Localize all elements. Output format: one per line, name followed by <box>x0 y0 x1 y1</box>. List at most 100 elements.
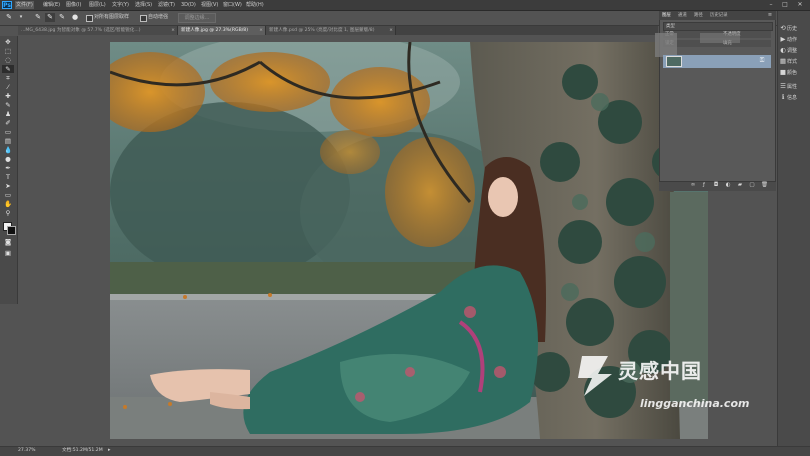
photoshop-logo-icon: Ps <box>2 1 12 9</box>
dock-info[interactable]: ℹ 信息 <box>779 92 810 103</box>
adjustment-layer-icon[interactable]: ◐ <box>725 182 731 189</box>
marquee-tool-icon[interactable]: ⬚ <box>2 47 14 55</box>
zoom-tool-icon[interactable]: ⚲ <box>2 209 14 217</box>
dodge-tool-icon[interactable]: ● <box>2 155 14 163</box>
info-icon: ℹ <box>781 93 785 101</box>
dock-label: 样式 <box>787 59 798 65</box>
menu-layer[interactable]: 图层(L) <box>88 1 107 9</box>
dock-properties[interactable]: ☰属性 <box>779 81 810 92</box>
rectangle-tool-icon[interactable]: ▭ <box>2 191 14 199</box>
sample-all-layers-checkbox[interactable] <box>86 15 93 22</box>
clone-stamp-tool-icon[interactable]: ♟ <box>2 110 14 118</box>
close-tab-icon[interactable]: × <box>171 26 175 35</box>
quick-mask-icon[interactable]: ◙ <box>2 238 14 246</box>
tab-layers[interactable]: 图层 <box>662 12 671 19</box>
tab-title: 新建人像.jpg @ 27.3%(RGB/8) <box>181 28 249 33</box>
eraser-tool-icon[interactable]: ▭ <box>2 128 14 136</box>
auto-enhance-label: 自动增强 <box>148 14 169 20</box>
quick-selection-tool-icon[interactable]: ✎ <box>2 65 14 73</box>
close-tab-icon[interactable]: × <box>389 26 393 35</box>
history-brush-tool-icon[interactable]: ✐ <box>2 119 14 127</box>
move-tool-icon[interactable]: ✥ <box>2 38 14 46</box>
eyedropper-tool-icon[interactable]: ⁄ <box>2 83 14 91</box>
subtract-from-selection-icon[interactable]: ✎ <box>57 13 67 22</box>
document-size: 文档:51.2M/51.2M <box>62 448 103 453</box>
layer-filter-bar[interactable]: 类型 <box>663 22 773 31</box>
healing-brush-tool-icon[interactable]: ✚ <box>2 92 14 100</box>
quick-selection-tool-icon[interactable]: ✎ <box>3 13 15 22</box>
watermark-url: lingganchina.com <box>640 397 750 410</box>
add-to-selection-icon[interactable]: ✎ <box>45 13 55 22</box>
menu-filter[interactable]: 滤镜(T) <box>157 1 176 9</box>
brush-size-icon[interactable]: ● <box>71 13 79 22</box>
menu-file[interactable]: 文件(F) <box>15 1 34 9</box>
close-button[interactable]: ✕ <box>795 1 805 9</box>
document-tab[interactable]: 新建人像.psd @ 25% (亮度/对比度 1, 图层蒙版/8) × <box>266 26 396 35</box>
status-menu-arrow-icon[interactable]: ▸ <box>108 447 111 454</box>
menu-type[interactable]: 文字(Y) <box>111 1 130 9</box>
auto-enhance-checkbox[interactable] <box>140 15 147 22</box>
history-icon: ⟲ <box>780 24 786 32</box>
styles-icon: ▦ <box>779 57 787 65</box>
tab-history[interactable]: 历史记录 <box>710 12 728 19</box>
link-layers-icon[interactable]: ∞ <box>690 182 696 189</box>
path-selection-tool-icon[interactable]: ➤ <box>2 182 14 190</box>
lock-icon: ⚿ <box>759 57 765 64</box>
sample-all-layers-label: 对所有图层取样 <box>94 14 130 20</box>
menu-image[interactable]: 图像(I) <box>65 1 82 9</box>
gradient-tool-icon[interactable]: ▤ <box>2 137 14 145</box>
pen-tool-icon[interactable]: ✒ <box>2 164 14 172</box>
tab-channels[interactable]: 通道 <box>678 12 687 19</box>
layer-kind-label: 类型 <box>666 24 675 29</box>
menu-edit[interactable]: 编辑(E) <box>42 1 61 9</box>
lasso-tool-icon[interactable]: ◌ <box>2 56 14 64</box>
redacted-block <box>655 33 677 57</box>
tab-paths[interactable]: 路径 <box>694 12 703 19</box>
new-selection-icon[interactable]: ✎ <box>33 13 43 22</box>
dock-label: 信息 <box>787 95 798 101</box>
brush-tool-icon[interactable]: ✎ <box>2 101 14 109</box>
properties-icon: ☰ <box>780 82 786 90</box>
close-tab-icon[interactable]: × <box>259 26 263 35</box>
screen-mode-icon[interactable]: ▣ <box>2 249 14 257</box>
dock-actions[interactable]: ▶ 动作 <box>779 34 810 45</box>
background-color-swatch[interactable] <box>7 226 16 235</box>
dock-label: 调整 <box>787 48 798 54</box>
document-tab-active[interactable]: 新建人像.jpg @ 27.3%(RGB/8) × <box>178 26 266 35</box>
color-icon: ■ <box>779 68 787 76</box>
menu-view[interactable]: 视图(V) <box>200 1 219 9</box>
dock-label: 动作 <box>787 37 798 43</box>
minimize-button[interactable]: – <box>766 1 776 9</box>
blur-tool-icon[interactable]: 💧 <box>2 146 14 154</box>
delete-layer-icon[interactable]: 🗑 <box>761 182 768 189</box>
layer-mask-icon[interactable]: ◘ <box>713 182 719 189</box>
layer-style-icon[interactable]: ƒ <box>701 182 707 189</box>
refine-edge-button[interactable]: 调整边缘... <box>178 13 216 23</box>
maximize-button[interactable]: □ <box>780 1 790 9</box>
hand-tool-icon[interactable]: ✋ <box>2 200 14 208</box>
panel-menu-icon[interactable]: ≡ <box>766 12 774 19</box>
type-tool-icon[interactable]: T <box>2 173 14 181</box>
layer-thumbnail <box>666 56 682 67</box>
crop-tool-icon[interactable]: ⌗ <box>2 74 14 82</box>
zoom-level[interactable]: 27.37% <box>18 447 36 454</box>
dock-color[interactable]: ■颜色 <box>779 67 810 78</box>
dock-history[interactable]: ⟲历史 <box>779 23 810 34</box>
dock-label: 颜色 <box>787 70 798 76</box>
tool-preset-dropdown-icon[interactable]: ▾ <box>17 13 25 22</box>
document-tab[interactable]: ...MG_6438.jpg 为智能对象 @ 57.7% (选区/智能锐化...… <box>18 26 178 35</box>
new-group-icon[interactable]: ▰ <box>737 182 743 189</box>
menu-window[interactable]: 窗口(W) <box>222 1 243 9</box>
lingganchina-logo-icon <box>578 356 612 396</box>
dock-styles[interactable]: ▦样式 <box>779 56 810 67</box>
menu-3d[interactable]: 3D(D) <box>180 1 197 9</box>
dock-label: 属性 <box>787 84 798 90</box>
menu-select[interactable]: 选择(S) <box>134 1 153 9</box>
menu-help[interactable]: 帮助(H) <box>245 1 265 9</box>
dock-label: 历史 <box>787 26 798 32</box>
actions-icon: ▶ <box>780 35 786 43</box>
dock-adjustments[interactable]: ◐调整 <box>779 45 810 56</box>
redacted-block <box>700 33 740 43</box>
new-layer-icon[interactable]: ▢ <box>749 182 755 189</box>
adjust-icon: ◐ <box>780 46 786 54</box>
